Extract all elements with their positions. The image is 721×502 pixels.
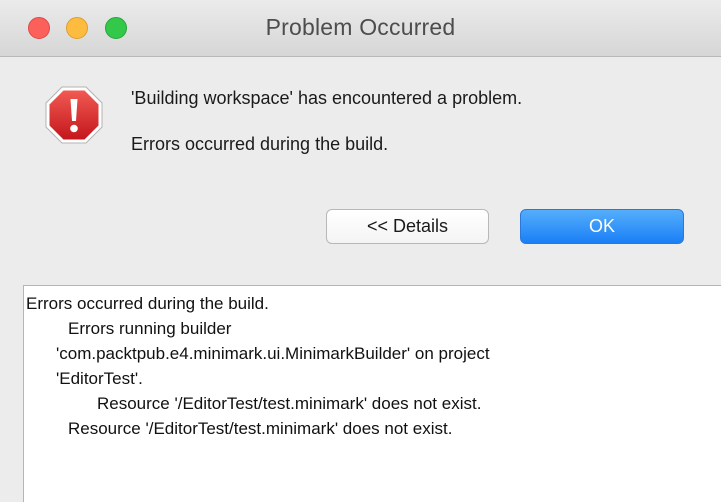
detail-line: Errors running builder [68, 319, 232, 338]
window-title: Problem Occurred [265, 14, 456, 40]
problem-dialog: Problem Occurred 'Building workspace' ha… [0, 0, 721, 502]
title-bar[interactable]: Problem Occurred [0, 0, 721, 57]
detail-line: Resource '/EditorTest/test.minimark' doe… [97, 394, 482, 413]
error-alert-icon [45, 86, 103, 144]
details-button[interactable]: << Details [326, 209, 489, 244]
error-summary: Errors occurred during the build. [131, 134, 389, 154]
details-text-area[interactable]: Errors occurred during the build. Errors… [23, 285, 721, 502]
detail-line: Resource '/EditorTest/test.minimark' doe… [68, 419, 453, 438]
detail-line: Errors occurred during the build. [26, 294, 269, 313]
ok-button[interactable]: OK [520, 209, 684, 244]
detail-line: 'com.packtpub.e4.minimark.ui.MinimarkBui… [56, 344, 490, 363]
detail-line: 'EditorTest'. [56, 369, 143, 388]
error-message: 'Building workspace' has encountered a p… [131, 88, 523, 108]
